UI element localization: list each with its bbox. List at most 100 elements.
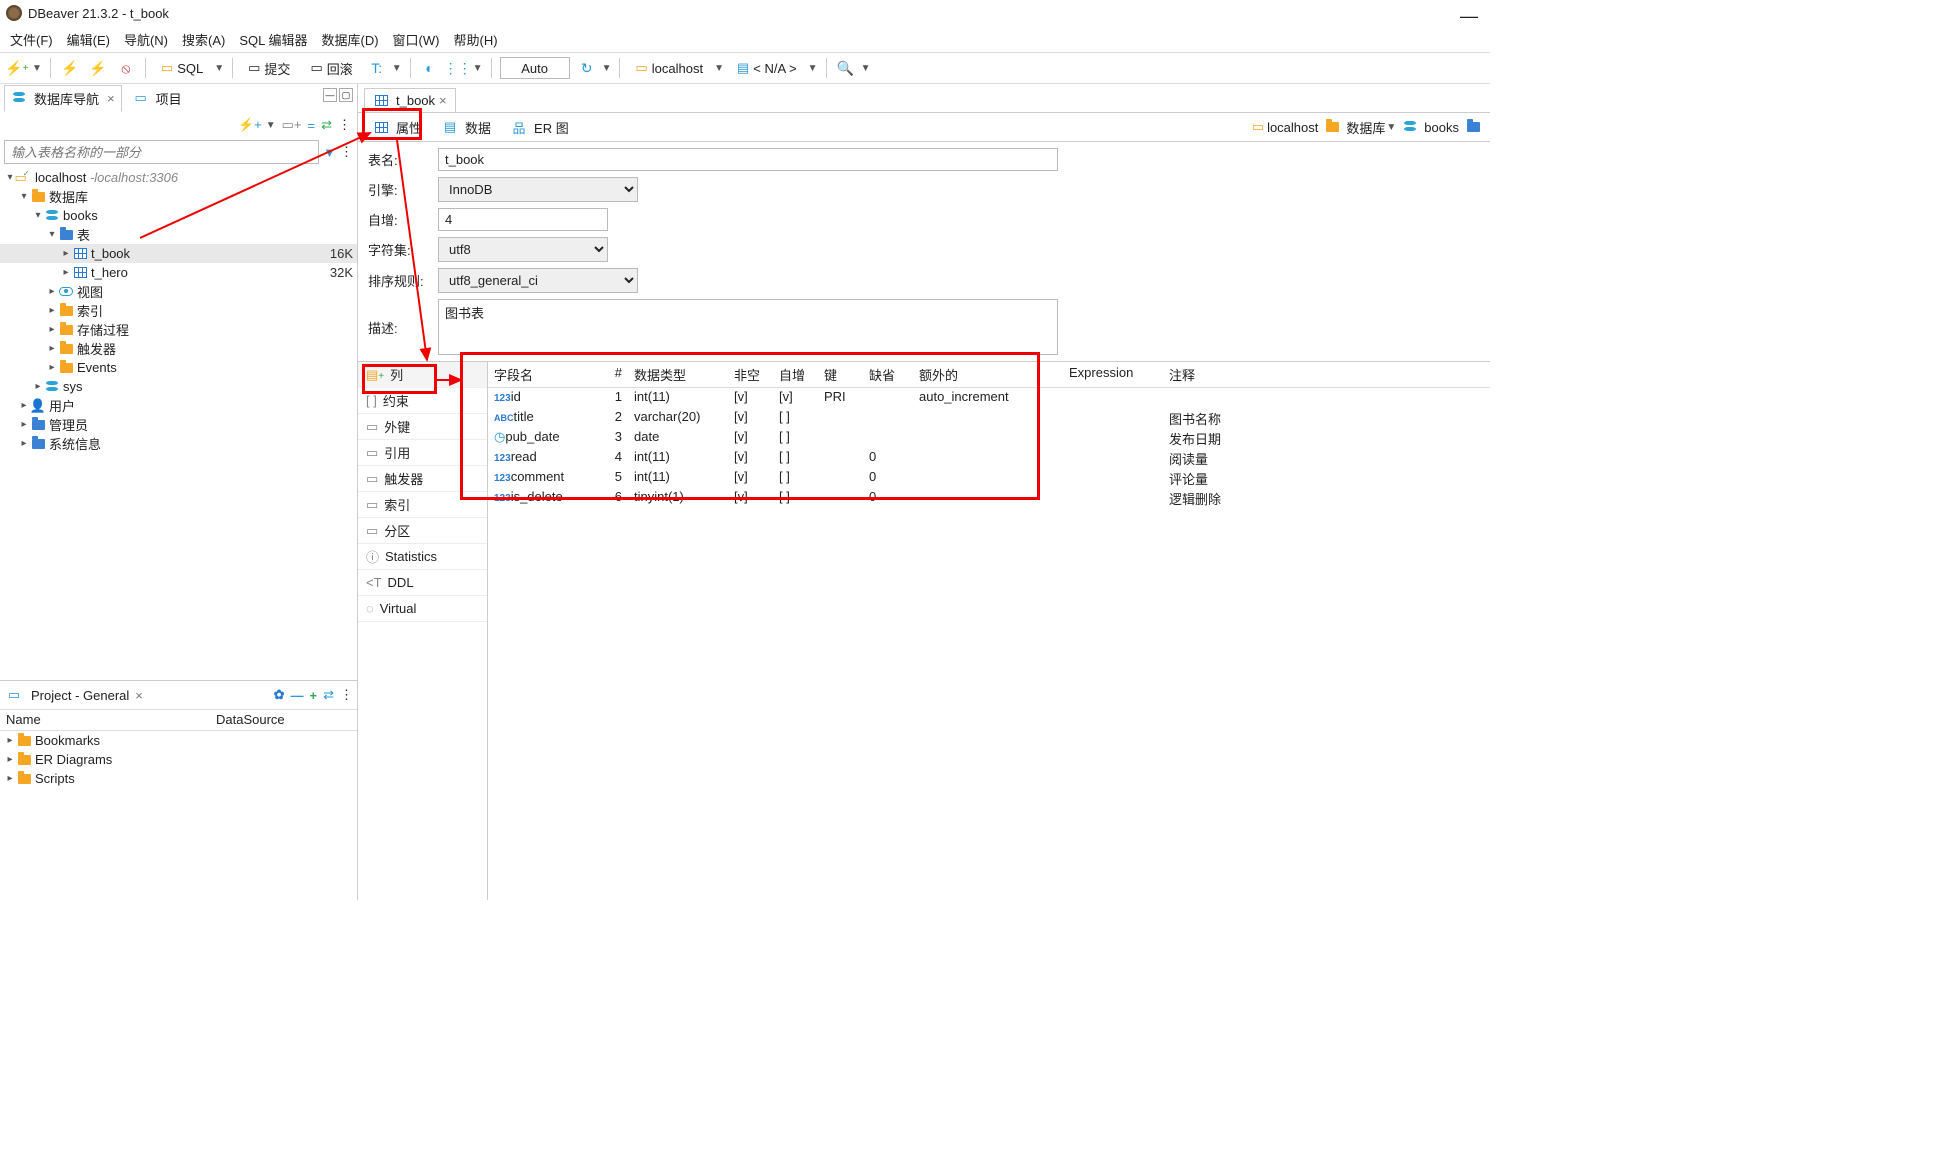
history-icon[interactable]: ↻: [576, 57, 598, 79]
menu-database[interactable]: 数据库(D): [322, 30, 379, 49]
cat-constraints[interactable]: [ ]约束: [358, 388, 487, 414]
tree-procedures[interactable]: ▸存储过程: [0, 320, 357, 339]
tree-triggers[interactable]: ▸触发器: [0, 339, 357, 358]
editor-tab-tbook[interactable]: t_book ×: [364, 88, 456, 112]
column-row[interactable]: 123is_delete6tinyint(1)[v][ ]0逻辑删除: [488, 488, 1490, 508]
close-icon[interactable]: ×: [135, 688, 143, 703]
rollback-button[interactable]: ▭回滚: [303, 56, 359, 81]
bc-db[interactable]: 数据库▼: [1324, 118, 1396, 137]
search-icon[interactable]: 🔍: [835, 57, 857, 79]
tree-sysinfo[interactable]: ▸系统信息: [0, 434, 357, 453]
new-folder-icon[interactable]: ▭+: [282, 117, 302, 133]
column-row[interactable]: 123comment5int(11)[v][ ]0评论量: [488, 468, 1490, 488]
link-icon[interactable]: ⇄: [323, 687, 334, 703]
col-datasource[interactable]: DataSource: [210, 710, 291, 730]
filter-icon[interactable]: ▼: [323, 145, 336, 160]
tree-host[interactable]: ▾▭✓localhost - localhost:3306: [0, 168, 357, 187]
cat-triggers[interactable]: ▭触发器: [358, 466, 487, 492]
input-tablename[interactable]: [438, 148, 1058, 171]
subtab-data[interactable]: ▤数据: [433, 113, 500, 142]
textarea-desc[interactable]: 图书表: [438, 299, 1058, 355]
collapse-icon[interactable]: =: [308, 118, 316, 133]
tab-projects[interactable]: ▭ 项目: [126, 85, 189, 112]
navigator-toolbar: ⚡+▼ ▭+ = ⇄ ⋮: [0, 112, 357, 138]
database-selector[interactable]: ▤< N/A >: [730, 57, 804, 79]
project-scripts[interactable]: ▸Scripts: [0, 769, 357, 788]
tab-db-navigator[interactable]: 数据库导航 ×: [4, 85, 122, 112]
connection-selector[interactable]: ▭localhost: [628, 57, 710, 79]
maximize-view-icon[interactable]: ▢: [339, 88, 353, 102]
cat-fk[interactable]: ▭外键: [358, 414, 487, 440]
connect-icon[interactable]: ⚡: [59, 57, 81, 79]
collapse-all-icon[interactable]: —: [291, 688, 304, 703]
new-conn-icon[interactable]: ⚡+: [238, 117, 262, 133]
link-icon[interactable]: ⋮⋮: [447, 57, 469, 79]
subtab-er[interactable]: 品ER 图: [502, 113, 578, 142]
column-row[interactable]: ABCtitle2varchar(20)[v][ ]图书名称: [488, 408, 1490, 428]
tree-indexes[interactable]: ▸索引: [0, 301, 357, 320]
commit-button[interactable]: ▭提交: [241, 56, 297, 81]
tree-tables[interactable]: ▾表: [0, 225, 357, 244]
stop-icon[interactable]: ⦸: [115, 57, 137, 79]
project-bookmarks[interactable]: ▸Bookmarks: [0, 731, 357, 750]
view-menu-icon[interactable]: ⋮: [338, 117, 351, 133]
new-connection-icon[interactable]: ⚡+: [6, 57, 28, 79]
input-autoinc[interactable]: [438, 208, 608, 231]
minimize-icon[interactable]: —: [1460, 6, 1478, 27]
cat-columns[interactable]: ▤+列: [358, 362, 487, 388]
disconnect-icon[interactable]: ⚡: [87, 57, 109, 79]
tree-filter-input[interactable]: [4, 140, 319, 164]
column-row[interactable]: ◷pub_date3date[v][ ]发布日期: [488, 428, 1490, 448]
projects-icon: ▭: [133, 91, 149, 105]
filter-menu-icon[interactable]: ⋮: [340, 144, 353, 160]
col-name[interactable]: Name: [0, 710, 210, 730]
menu-help[interactable]: 帮助(H): [453, 30, 497, 49]
select-engine[interactable]: InnoDB: [438, 177, 638, 202]
sql-editor-button[interactable]: ▭SQL: [154, 57, 210, 79]
link-editor-icon[interactable]: ⇄: [321, 117, 332, 133]
tree-users[interactable]: ▸👤用户: [0, 396, 357, 415]
titlebar: DBeaver 21.3.2 - t_book —: [0, 0, 1490, 26]
gauge-icon[interactable]: ◐: [419, 57, 441, 79]
select-collation[interactable]: utf8_general_ci: [438, 268, 638, 293]
select-charset[interactable]: utf8: [438, 237, 608, 262]
add-icon[interactable]: +: [310, 688, 318, 703]
cat-virtual[interactable]: ◌Virtual: [358, 596, 487, 622]
tree-table-thero[interactable]: ▸t_hero32K: [0, 263, 357, 282]
menu-edit[interactable]: 编辑(E): [67, 30, 110, 49]
menu-sql[interactable]: SQL 编辑器: [239, 30, 307, 49]
tree-schema-sys[interactable]: ▸sys: [0, 377, 357, 396]
label-engine: 引擎:: [368, 180, 438, 199]
column-row[interactable]: 123read4int(11)[v][ ]0阅读量: [488, 448, 1490, 468]
cat-refs[interactable]: ▭引用: [358, 440, 487, 466]
tree-schema-books[interactable]: ▾books: [0, 206, 357, 225]
app-logo-icon: [6, 5, 22, 21]
cat-ddl[interactable]: <TDDL: [358, 570, 487, 596]
close-icon[interactable]: ×: [107, 91, 115, 106]
minimize-view-icon[interactable]: —: [323, 88, 337, 102]
tree-table-tbook[interactable]: ▸t_book16K: [0, 244, 357, 263]
view-menu-icon[interactable]: ⋮: [340, 687, 353, 703]
menu-window[interactable]: 窗口(W): [393, 30, 440, 49]
subtab-properties[interactable]: 属性: [364, 113, 431, 142]
close-icon[interactable]: ×: [439, 93, 447, 108]
auto-commit-input[interactable]: [500, 57, 570, 79]
column-row[interactable]: 123id1int(11)[v][v]PRIauto_increment: [488, 388, 1490, 408]
bc-schema[interactable]: books: [1402, 120, 1459, 135]
gear-icon[interactable]: ✿: [274, 687, 285, 703]
tree-admin[interactable]: ▸管理员: [0, 415, 357, 434]
project-icon: ▭: [6, 688, 22, 702]
tree-views[interactable]: ▸视图: [0, 282, 357, 301]
project-erdiagrams[interactable]: ▸ER Diagrams: [0, 750, 357, 769]
cat-indexes[interactable]: ▭索引: [358, 492, 487, 518]
columns-grid: 字段名#数据类型 非空自增键 缺省额外的Expression注释 123id1i…: [488, 362, 1490, 900]
tree-events[interactable]: ▸Events: [0, 358, 357, 377]
menu-file[interactable]: 文件(F): [10, 30, 53, 49]
bc-host[interactable]: ▭localhost: [1252, 119, 1319, 135]
tx-mode-icon[interactable]: T:: [366, 57, 388, 79]
tree-databases[interactable]: ▾数据库: [0, 187, 357, 206]
cat-stats[interactable]: ⓘStatistics: [358, 544, 487, 570]
cat-partitions[interactable]: ▭分区: [358, 518, 487, 544]
menu-nav[interactable]: 导航(N): [124, 30, 168, 49]
menu-search[interactable]: 搜索(A): [182, 30, 225, 49]
